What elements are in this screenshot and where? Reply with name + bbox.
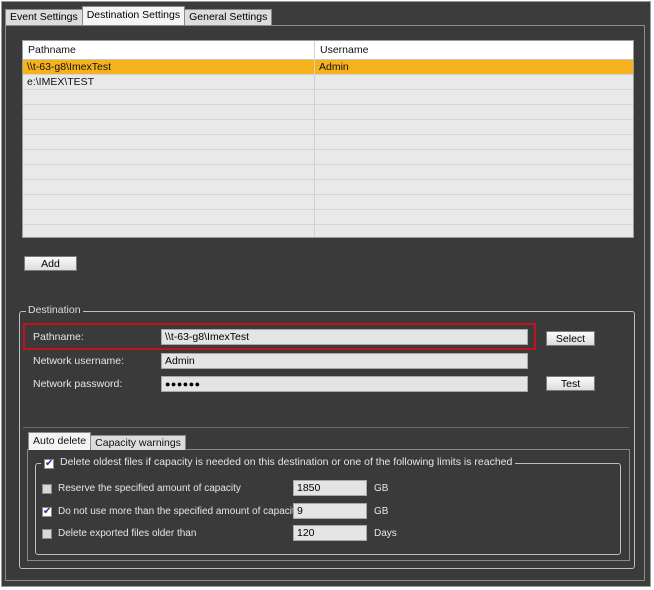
cell-pathname [23,105,315,119]
table-row[interactable] [23,195,633,210]
cell-username [315,195,633,209]
destinations-grid: Pathname Username \\t-63-g8\ImexTest Adm… [22,40,634,238]
delete-oldest-option[interactable]: ✔ Delete oldest files if capacity is need… [41,456,516,469]
column-header-username[interactable]: Username [315,41,633,59]
reserve-capacity-unit: GB [374,483,389,494]
inner-tabs: Auto delete Capacity warnings [28,432,186,450]
network-username-field[interactable]: Admin [161,353,528,369]
max-capacity-field[interactable]: 9 [293,503,367,519]
table-row[interactable] [23,105,633,120]
delete-older-field[interactable]: 120 [293,525,367,541]
delete-oldest-checkbox[interactable]: ✔ [44,459,54,469]
max-capacity-checkbox[interactable]: ✔ [42,507,52,517]
cell-username [315,210,633,224]
cell-pathname [23,150,315,164]
network-username-label: Network username: [33,355,125,367]
delete-older-label: Delete exported files older than [58,528,197,539]
tab-event-settings[interactable]: Event Settings [5,9,83,25]
select-button[interactable]: Select [546,331,595,346]
tab-general-settings[interactable]: General Settings [184,9,273,25]
max-capacity-label: Do not use more than the specified amoun… [58,506,300,517]
table-row[interactable] [23,165,633,180]
table-row[interactable]: \\t-63-g8\ImexTest Admin [23,60,633,75]
cell-username [315,120,633,134]
grid-header: Pathname Username [23,41,633,60]
reserve-capacity-field[interactable]: 1850 [293,480,367,496]
cell-username [315,165,633,179]
cell-username [315,75,633,89]
network-password-label: Network password: [33,378,123,390]
cell-username [315,180,633,194]
table-row[interactable] [23,180,633,195]
delete-older-checkbox[interactable] [42,529,52,539]
cell-pathname: \\t-63-g8\ImexTest [23,60,315,74]
network-password-field[interactable]: ●●●●●● [161,376,528,392]
table-row[interactable] [23,150,633,165]
pathname-field[interactable]: \\t-63-g8\ImexTest [161,329,528,345]
cell-username: Admin [319,61,349,73]
cell-username [315,90,633,104]
column-header-pathname[interactable]: Pathname [23,41,315,59]
table-row[interactable] [23,90,633,105]
delete-oldest-label: Delete oldest files if capacity is neede… [60,456,513,468]
cell-pathname [23,90,315,104]
cell-pathname: e:\IMEX\TEST [23,75,315,89]
tab-destination-settings[interactable]: Destination Settings [81,6,186,25]
cell-pathname [23,135,315,149]
table-row[interactable] [23,225,633,237]
destination-legend: Destination [26,304,83,316]
max-capacity-unit: GB [374,506,389,517]
tab-capacity-warnings[interactable]: Capacity warnings [90,435,186,450]
cell-username [315,150,633,164]
pathname-label: Pathname: [33,331,84,343]
cell-pathname [23,225,315,237]
table-row[interactable]: e:\IMEX\TEST [23,75,633,90]
cell-username [315,225,633,237]
table-row[interactable] [23,210,633,225]
divider [23,427,629,428]
cell-pathname [23,165,315,179]
tab-auto-delete[interactable]: Auto delete [28,432,92,450]
cell-pathname [23,195,315,209]
cell-username [315,135,633,149]
reserve-capacity-label: Reserve the specified amount of capacity [58,483,241,494]
cell-pathname [23,180,315,194]
test-button[interactable]: Test [546,376,595,391]
cell-username [315,105,633,119]
cell-pathname [23,120,315,134]
delete-older-unit: Days [374,528,397,539]
reserve-capacity-checkbox[interactable] [42,484,52,494]
add-button[interactable]: Add [24,256,77,271]
settings-tabs: Event Settings Destination Settings Gene… [5,6,273,25]
table-row[interactable] [23,135,633,150]
table-row[interactable] [23,120,633,135]
empty-rows [23,90,633,237]
cell-pathname [23,210,315,224]
